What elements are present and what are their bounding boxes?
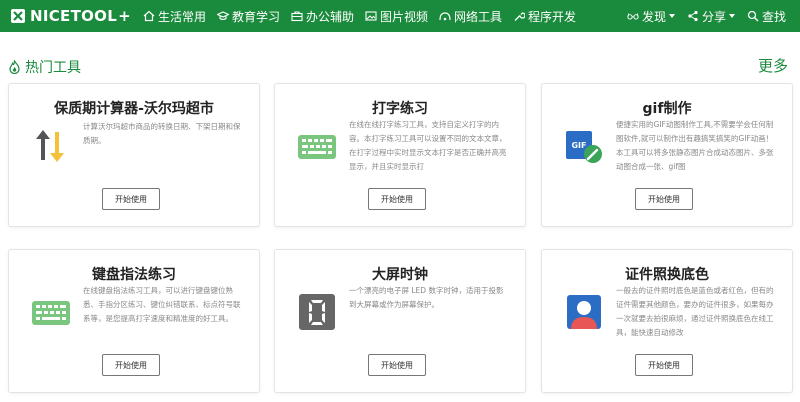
chevron-down-icon: [728, 14, 735, 18]
nav-label: 办公辅助: [306, 9, 355, 24]
gif-icon: GIF: [566, 131, 602, 163]
tool-card[interactable]: gif制作 GIF 便捷实用的GIF动图制作工具,不需要学会任何制图软件,就可以…: [541, 83, 793, 227]
home-icon: [143, 10, 155, 22]
tool-card[interactable]: 保质期计算器-沃尔玛超市 计算沃尔玛超市商品的转换日期、下架日期和保质期。 开始…: [8, 83, 260, 227]
more-link[interactable]: 更多: [758, 55, 788, 76]
nav-item-media[interactable]: 图片视频: [365, 8, 428, 25]
nav-label: 分享: [701, 9, 726, 24]
nav-label: 查找: [761, 9, 786, 24]
keyboard-icon: [298, 135, 336, 159]
nav-label: 发现: [641, 9, 666, 24]
nav-label: 图片视频: [380, 9, 429, 24]
card-description: 一个漂亮的电子屏 LED 数字时钟，适用于投影到大屏幕或作为屏幕保护。: [349, 286, 504, 309]
nav-label: 生活常用: [157, 9, 206, 24]
wrench-icon: [514, 12, 526, 21]
card-title: 证件照换底色: [625, 267, 709, 283]
nav-item-search[interactable]: 查找: [747, 8, 786, 25]
keyboard-icon: [32, 301, 70, 325]
card-description: 计算沃尔玛超市商品的转换日期、下架日期和保质期。: [83, 122, 241, 145]
nav-item-network[interactable]: 网络工具: [439, 8, 502, 25]
chevron-down-icon: [668, 14, 675, 18]
image-icon: [365, 11, 377, 21]
card-description: 一般去的证件照时底色是蓝色或者红色，但有的证件需要其他颜色，要办的证件很多，如果…: [616, 286, 774, 337]
section-title: 热门工具: [8, 57, 81, 77]
nav-label: 网络工具: [454, 9, 503, 24]
nav-item-share[interactable]: 分享: [687, 8, 735, 25]
fire-icon: [9, 60, 20, 74]
network-icon: [439, 12, 451, 21]
card-description: 便捷实用的GIF动图制作工具,不需要学会任何制图软件,就可以制作出有趣搞笑搞笑的…: [616, 120, 774, 171]
card-title: 大屏时钟: [372, 267, 428, 283]
nav-item-education[interactable]: 教育学习: [216, 8, 280, 25]
start-button[interactable]: 开始使用: [102, 188, 160, 210]
start-button[interactable]: 开始使用: [102, 354, 160, 376]
search-icon: [747, 10, 759, 22]
nav-item-dev[interactable]: 程序开发: [513, 8, 576, 25]
logo-mark-icon: [11, 9, 25, 23]
nav-label: 教育学习: [231, 9, 280, 24]
up-down-arrows-icon: [36, 130, 64, 162]
glasses-icon: [627, 13, 639, 20]
nav-item-office[interactable]: 办公辅助: [291, 8, 354, 25]
card-title: 键盘指法练习: [92, 267, 176, 283]
card-title: 打字练习: [372, 101, 428, 117]
nav-item-life[interactable]: 生活常用: [143, 8, 206, 25]
tool-card[interactable]: 键盘指法练习 在线键盘指法练习工具，可以进行键盘键位熟悉、手指分区练习、键位纠错…: [8, 249, 260, 393]
main-nav: 生活常用 教育学习 办公辅助 图片视频 网络工具 程序开发: [143, 8, 587, 25]
briefcase-icon: [291, 11, 303, 22]
start-button[interactable]: 开始使用: [368, 354, 426, 376]
tool-card[interactable]: 证件照换底色 一般去的证件照时底色是蓝色或者红色，但有的证件需要其他颜色，要办的…: [541, 249, 793, 393]
logo-text: NICETOOL: [30, 7, 118, 25]
card-description: 在线键盘指法练习工具，可以进行键盘键位熟悉、手指分区练习、键位纠错联系、标点符号…: [83, 286, 241, 323]
logo-plus: +: [118, 7, 131, 25]
led-digit-icon: [299, 294, 335, 330]
nav-right: 发现 分享 查找: [615, 0, 786, 32]
id-photo-icon: [567, 295, 601, 329]
card-title: 保质期计算器-沃尔玛超市: [54, 101, 214, 117]
card-title: gif制作: [642, 101, 692, 117]
section-title-text: 热门工具: [25, 60, 81, 76]
start-button[interactable]: 开始使用: [368, 188, 426, 210]
site-logo[interactable]: NICETOOL +: [10, 7, 131, 25]
nav-label: 程序开发: [528, 9, 577, 24]
start-button[interactable]: 开始使用: [635, 354, 693, 376]
svg-text:GIF: GIF: [571, 141, 586, 150]
share-icon: [688, 10, 698, 22]
start-button[interactable]: 开始使用: [635, 188, 693, 210]
tool-card[interactable]: 打字练习 在线在线打字练习工具，支持自定义打字的内容。本打字练习工具可以设置不同…: [274, 83, 526, 227]
tool-card[interactable]: 大屏时钟 一个漂亮的电子屏 LED 数字时钟，适用于投影到大屏幕或作为屏幕保护。…: [274, 249, 526, 393]
graduation-cap-icon: [216, 11, 229, 21]
nav-item-discover[interactable]: 发现: [627, 8, 675, 25]
top-nav-bar: NICETOOL+ 生活常用 教育学习 办公辅助 图片视频 网络工具 程序开发: [0, 0, 800, 32]
card-description: 在线在线打字练习工具，支持自定义打字的内容。本打字练习工具可以设置不同的文本文章…: [349, 120, 507, 171]
